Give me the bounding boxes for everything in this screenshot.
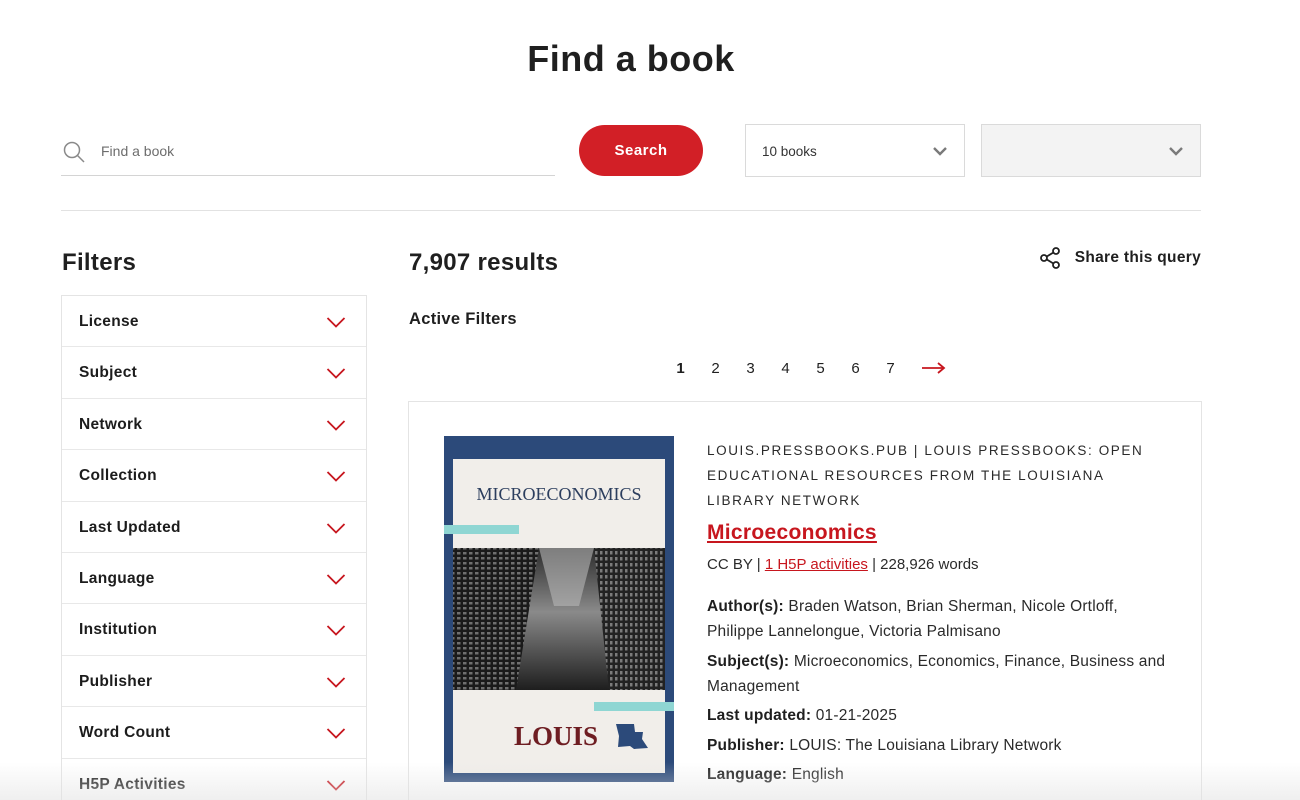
cover-logo: LOUIS <box>514 721 598 751</box>
chevron-down-icon <box>326 728 346 739</box>
filter-list: License Subject Network Collection Last … <box>61 295 367 800</box>
page-link-6[interactable]: 6 <box>838 360 873 377</box>
page-link-5[interactable]: 5 <box>803 360 838 377</box>
filters-title: Filters <box>62 249 137 276</box>
meta-separator: | <box>752 556 765 573</box>
books-per-page-value: 10 books <box>762 144 817 159</box>
pagination: 1 2 3 4 5 6 7 <box>663 357 954 379</box>
book-meta: CC BY | 1 H5P activities | 228,926 words <box>707 556 979 573</box>
chevron-down-icon <box>326 574 346 585</box>
chevron-down-icon <box>326 471 346 482</box>
book-subjects-row: Subject(s): Microeconomics, Economics, F… <box>707 649 1177 699</box>
filter-license[interactable]: License <box>62 296 366 348</box>
h5p-activities-link[interactable]: 1 H5P activities <box>765 556 868 573</box>
language-value: English <box>791 766 844 783</box>
filter-label: Institution <box>79 621 158 639</box>
updated-label: Last updated: <box>707 707 812 724</box>
filter-publisher[interactable]: Publisher <box>62 656 366 708</box>
page-link-4[interactable]: 4 <box>768 360 803 377</box>
publisher-label: Publisher: <box>707 736 785 754</box>
language-label: Language: <box>707 766 788 783</box>
chevron-down-icon <box>933 147 947 156</box>
filter-label: License <box>79 313 139 330</box>
filter-h5p-activities[interactable]: H5P Activities <box>62 759 366 800</box>
search-input[interactable] <box>101 136 541 166</box>
subjects-label: Subject(s): <box>707 652 790 670</box>
book-license: CC BY <box>707 556 753 573</box>
chevron-down-icon <box>326 420 346 431</box>
active-filters-label: Active Filters <box>409 310 517 328</box>
book-updated-row: Last updated: 01-21-2025 <box>707 703 1177 728</box>
filter-word-count[interactable]: Word Count <box>62 707 366 759</box>
filter-collection[interactable]: Collection <box>62 450 366 502</box>
filter-label: H5P Activities <box>79 775 186 793</box>
filter-label: Collection <box>79 467 157 485</box>
page-link-7[interactable]: 7 <box>873 360 908 377</box>
filter-label: Publisher <box>79 672 153 690</box>
filter-subject[interactable]: Subject <box>62 347 366 399</box>
updated-value: 01-21-2025 <box>815 707 898 724</box>
chevron-down-icon <box>326 368 346 380</box>
book-source: LOUIS.PRESSBOOKS.PUB | LOUIS PRESSBOOKS:… <box>707 443 1144 508</box>
authors-label: Author(s): <box>707 598 784 615</box>
chevron-down-icon <box>326 677 346 688</box>
sort-select[interactable] <box>981 124 1201 177</box>
book-word-count: 228,926 words <box>880 556 979 573</box>
book-card: MICROECONOMICS LOUIS LOUIS.PRESSBOOKS.PU… <box>408 401 1202 800</box>
meta-separator: | <box>867 556 881 573</box>
chevron-down-icon <box>326 317 346 328</box>
filter-label: Language <box>79 569 155 587</box>
section-divider <box>61 210 1201 211</box>
page-link-2[interactable]: 2 <box>698 360 733 377</box>
chevron-down-icon <box>326 625 346 637</box>
filter-label: Word Count <box>79 724 171 742</box>
filter-label: Network <box>79 415 143 433</box>
search-field[interactable] <box>61 126 555 176</box>
books-per-page-select[interactable]: 10 books <box>745 124 965 177</box>
search-button[interactable]: Search <box>579 125 703 176</box>
share-label: Share this query <box>1074 249 1201 266</box>
book-language-row: Language: English <box>707 762 1177 787</box>
book-title-link[interactable]: Microeconomics <box>707 521 877 545</box>
page-link-3[interactable]: 3 <box>733 360 768 377</box>
book-authors-row: Author(s): Braden Watson, Brian Sherman,… <box>707 594 1177 644</box>
search-icon <box>63 141 85 163</box>
filter-language[interactable]: Language <box>62 553 366 605</box>
share-icon <box>1039 247 1060 269</box>
book-cover-image[interactable]: MICROECONOMICS LOUIS <box>444 436 674 782</box>
filter-institution[interactable]: Institution <box>62 604 366 656</box>
filter-last-updated[interactable]: Last Updated <box>62 502 366 553</box>
book-details: Author(s): Braden Watson, Brian Sherman,… <box>707 594 1177 792</box>
page-title: Find a book <box>527 38 735 79</box>
filter-network[interactable]: Network <box>62 399 366 451</box>
chevron-down-icon <box>326 779 346 791</box>
book-publisher-row: Publisher: LOUIS: The Louisiana Library … <box>707 733 1177 758</box>
publisher-value: LOUIS: The Louisiana Library Network <box>789 736 1062 754</box>
filter-label: Last Updated <box>79 518 181 536</box>
arrow-right-icon[interactable] <box>914 357 954 379</box>
cover-title: MICROECONOMICS <box>476 484 641 504</box>
chevron-down-icon <box>326 522 346 534</box>
share-query-button[interactable]: Share this query <box>1038 246 1201 270</box>
page-link-1[interactable]: 1 <box>663 360 698 377</box>
results-count: 7,907 results <box>409 249 559 276</box>
chevron-down-icon <box>1169 147 1183 156</box>
filter-label: Subject <box>79 364 138 382</box>
